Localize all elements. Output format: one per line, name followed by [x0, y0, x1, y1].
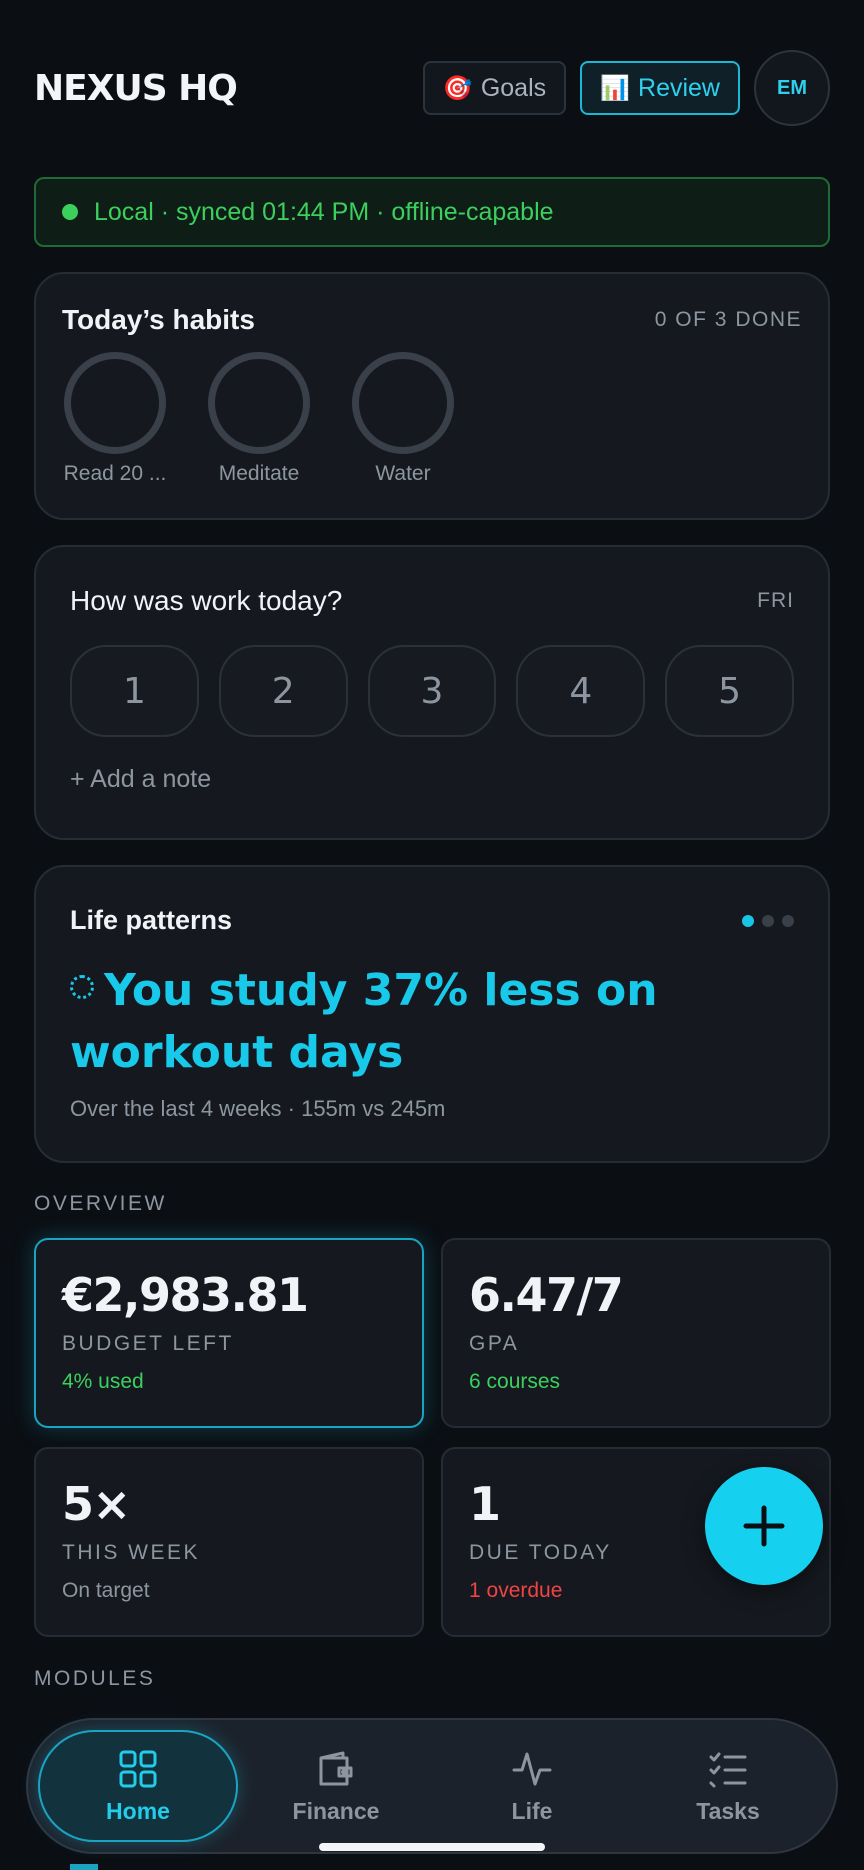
gpa-stat-card[interactable]: 6.47/7 GPA 6 courses [441, 1238, 831, 1428]
rating-button-4[interactable]: 4 [516, 645, 646, 737]
habits-card: Today’s habits 0 OF 3 DONE Read 20 ... M… [34, 272, 830, 520]
stat-label: GPA [469, 1332, 520, 1355]
stat-label: THIS WEEK [62, 1541, 201, 1564]
nav-label: Home [106, 1797, 170, 1824]
rating-button-2[interactable]: 2 [218, 645, 348, 737]
stat-value: €2,983.81 [62, 1268, 309, 1322]
habit-ring-icon[interactable] [64, 352, 166, 454]
content-peek [70, 1864, 98, 1870]
stat-value: 6.47/7 [469, 1268, 624, 1322]
habit-item[interactable]: Meditate [206, 352, 312, 486]
stat-value: 5× [62, 1477, 131, 1531]
life-patterns-card[interactable]: Life patterns You study 37% less on work… [34, 865, 830, 1163]
pagination-dot[interactable] [782, 914, 794, 927]
target-icon: 🎯 [442, 74, 473, 102]
habit-item[interactable]: Read 20 ... [62, 352, 168, 486]
status-dot-icon [62, 204, 78, 220]
pagination-dot-active[interactable] [742, 914, 754, 927]
rating-options: 1 2 3 4 5 [70, 645, 794, 737]
habits-progress: 0 OF 3 DONE [654, 308, 802, 331]
add-fab-button[interactable] [705, 1467, 823, 1585]
work-rating-question: How was work today? [70, 585, 343, 616]
stat-label: BUDGET LEFT [62, 1332, 234, 1355]
weekday-label: FRI [757, 589, 794, 612]
wallet-icon [319, 1751, 353, 1785]
stat-sub: 6 courses [469, 1370, 561, 1393]
modules-section-label: MODULES [34, 1667, 156, 1690]
grid-icon [119, 1750, 157, 1787]
nav-label: Tasks [696, 1797, 760, 1824]
habits-title: Today’s habits [62, 304, 255, 335]
sync-status-text: Local · synced 01:44 PM · offline-capabl… [94, 197, 554, 226]
review-button-label: Review [638, 73, 720, 102]
pagination-dot[interactable] [762, 914, 774, 927]
app-header: NEXUS HQ 🎯 Goals 📊 Review EM [34, 50, 830, 126]
pulse-icon [512, 1752, 552, 1785]
rating-button-3[interactable]: 3 [367, 645, 497, 737]
habit-ring-icon[interactable] [208, 352, 310, 454]
add-note-link[interactable]: + Add a note [70, 765, 794, 794]
plus-icon [743, 1505, 785, 1547]
habit-label: Meditate [218, 462, 300, 485]
pattern-detail: Over the last 4 weeks · 155m vs 245m [70, 1096, 446, 1121]
weekly-stat-card[interactable]: 5× THIS WEEK On target [34, 1447, 424, 1637]
nav-item-home[interactable]: Home [38, 1730, 238, 1842]
rating-button-1[interactable]: 1 [70, 645, 199, 737]
loading-spinner-icon [70, 975, 94, 999]
header-actions: 🎯 Goals 📊 Review EM [422, 50, 830, 126]
stat-sub: 4% used [62, 1370, 144, 1393]
home-indicator [319, 1843, 545, 1851]
checklist-icon [709, 1752, 747, 1787]
bottom-navigation: Home Finance Life Tasks [26, 1718, 838, 1854]
patterns-title: Life patterns [70, 905, 233, 935]
nav-item-tasks[interactable]: Tasks [630, 1730, 826, 1842]
goals-button[interactable]: 🎯 Goals [422, 61, 567, 115]
stat-sub: On target [62, 1579, 150, 1602]
review-button[interactable]: 📊 Review [580, 61, 740, 115]
pattern-insight-text: You study 37% less on workout days [70, 965, 658, 1078]
habit-item[interactable]: Water [350, 352, 456, 486]
habit-label: Water [375, 462, 431, 485]
app-title: NEXUS HQ [34, 67, 238, 109]
nav-label: Finance [292, 1797, 380, 1824]
nav-item-life[interactable]: Life [434, 1730, 630, 1842]
bar-chart-icon: 📊 [600, 74, 631, 102]
overview-section-label: OVERVIEW [34, 1192, 167, 1215]
goals-button-label: Goals [480, 73, 547, 102]
nav-item-finance[interactable]: Finance [238, 1730, 434, 1842]
pattern-insight: You study 37% less on workout days [70, 960, 794, 1084]
habit-ring-icon[interactable] [352, 352, 454, 454]
rating-button-5[interactable]: 5 [665, 645, 794, 737]
carousel-pagination[interactable] [742, 914, 794, 927]
sync-status-bar: Local · synced 01:44 PM · offline-capabl… [34, 177, 830, 247]
app-screen: NEXUS HQ 🎯 Goals 📊 Review EM Local · syn… [0, 0, 864, 1870]
avatar-initials: EM [777, 76, 807, 99]
habit-list: Read 20 ... Meditate Water [62, 352, 802, 486]
nav-label: Life [511, 1797, 553, 1824]
work-rating-card: How was work today? FRI 1 2 3 4 5 + Add … [34, 545, 830, 840]
budget-stat-card[interactable]: €2,983.81 BUDGET LEFT 4% used [34, 1238, 424, 1428]
avatar[interactable]: EM [754, 50, 830, 126]
habit-label: Read 20 ... [63, 462, 167, 485]
